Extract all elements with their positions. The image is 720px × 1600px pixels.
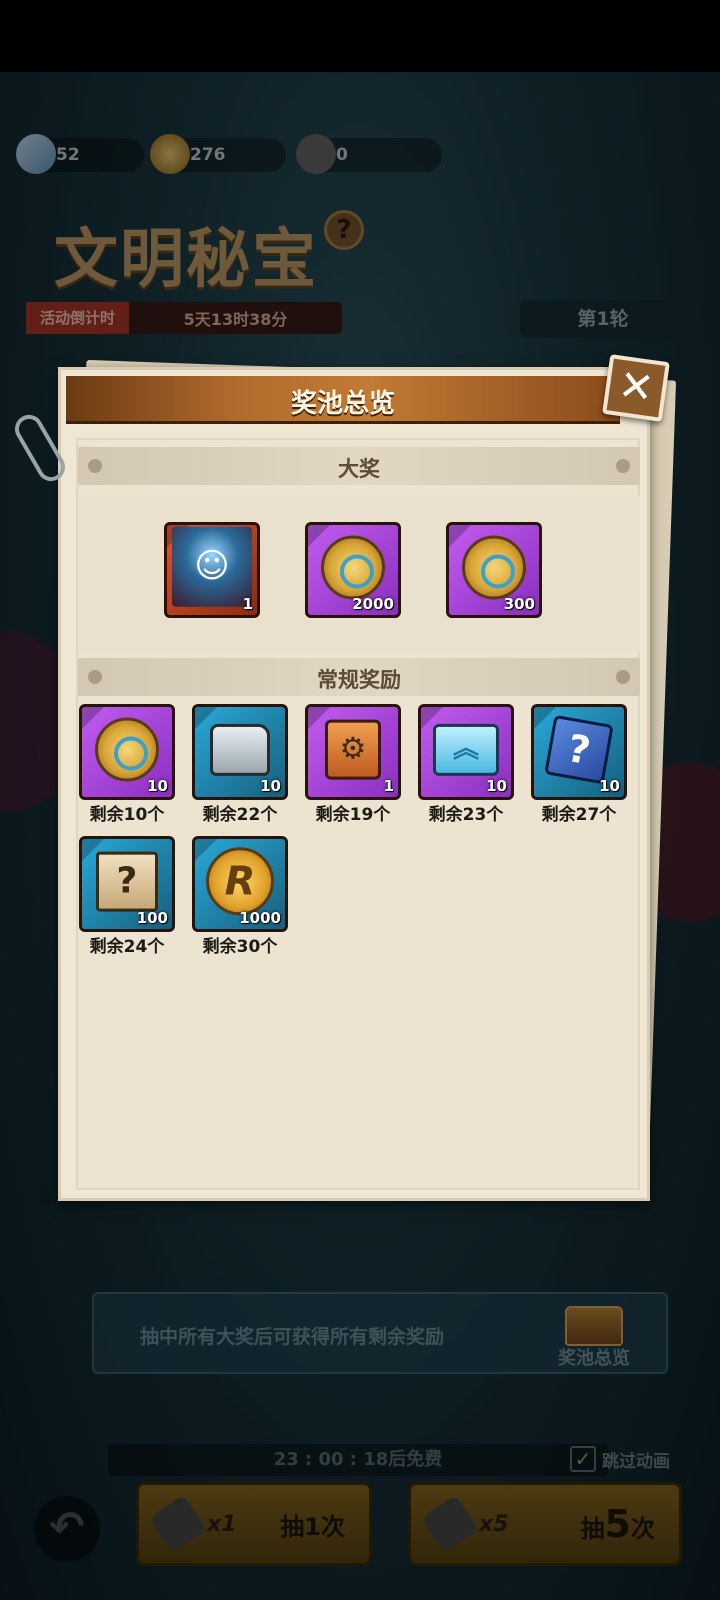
- item-count: 10: [599, 777, 620, 795]
- remaining-count: 剩余10个: [89, 805, 165, 825]
- mystery-cube-icon: ?: [544, 714, 614, 785]
- grand-prize-hero[interactable]: ☺ 1: [164, 522, 260, 618]
- item-count: 10: [147, 777, 168, 795]
- mystery-map-icon: ?: [96, 851, 158, 912]
- gear-coin-icon: [321, 535, 385, 600]
- remaining-count: 剩余23个: [428, 805, 504, 825]
- item-count: 10: [486, 777, 507, 795]
- regular-reward-title: 常规奖励: [317, 668, 401, 692]
- modal-header: 奖池总览: [66, 376, 620, 424]
- reward-mystery-cube[interactable]: ? 10: [531, 704, 627, 800]
- r-coin-icon: R: [206, 847, 274, 916]
- remaining-count: 剩余27个: [541, 805, 617, 825]
- status-bar-area: [0, 0, 720, 72]
- hero-character-icon: ☺: [172, 526, 252, 607]
- reward-mystery-map[interactable]: ? 100: [79, 836, 175, 932]
- grand-prize-title: 大奖: [338, 457, 380, 481]
- mech-fragment-icon: ⚙: [325, 719, 381, 780]
- reward-r-coin[interactable]: R 1000: [192, 836, 288, 932]
- item-count: 300: [503, 595, 535, 613]
- grand-prize-gear-coin[interactable]: 2000: [305, 522, 401, 618]
- reward-gear-coin[interactable]: 10: [79, 704, 175, 800]
- modal-title: 奖池总览: [290, 389, 395, 419]
- remaining-count: 剩余30个: [202, 937, 278, 957]
- reward-mech-fragment[interactable]: ⚙ 1: [305, 704, 401, 800]
- close-icon: ✕: [615, 359, 658, 414]
- grand-prize-gear-coin[interactable]: 300: [446, 522, 542, 618]
- close-button[interactable]: ✕: [602, 354, 670, 422]
- reward-ore[interactable]: 10: [192, 704, 288, 800]
- gear-coin-icon: [462, 535, 526, 600]
- item-count: 1000: [239, 909, 281, 927]
- grand-prize-section-header: 大奖: [78, 447, 640, 485]
- gear-coin-icon: [95, 717, 159, 782]
- ore-icon: [210, 723, 270, 776]
- item-count: 2000: [352, 595, 394, 613]
- remaining-count: 剩余22个: [202, 805, 278, 825]
- upgrade-card-icon: ︽: [433, 723, 499, 776]
- reward-upgrade-card[interactable]: ︽ 10: [418, 704, 514, 800]
- item-count: 100: [136, 909, 168, 927]
- item-count: 1: [383, 777, 394, 795]
- remaining-count: 剩余24个: [89, 937, 165, 957]
- bolt-icon: [616, 670, 630, 684]
- bolt-icon: [616, 459, 630, 473]
- regular-reward-section-header: 常规奖励: [78, 658, 640, 696]
- item-count: 10: [260, 777, 281, 795]
- remaining-count: 剩余19个: [315, 805, 391, 825]
- item-count: 1: [242, 595, 253, 613]
